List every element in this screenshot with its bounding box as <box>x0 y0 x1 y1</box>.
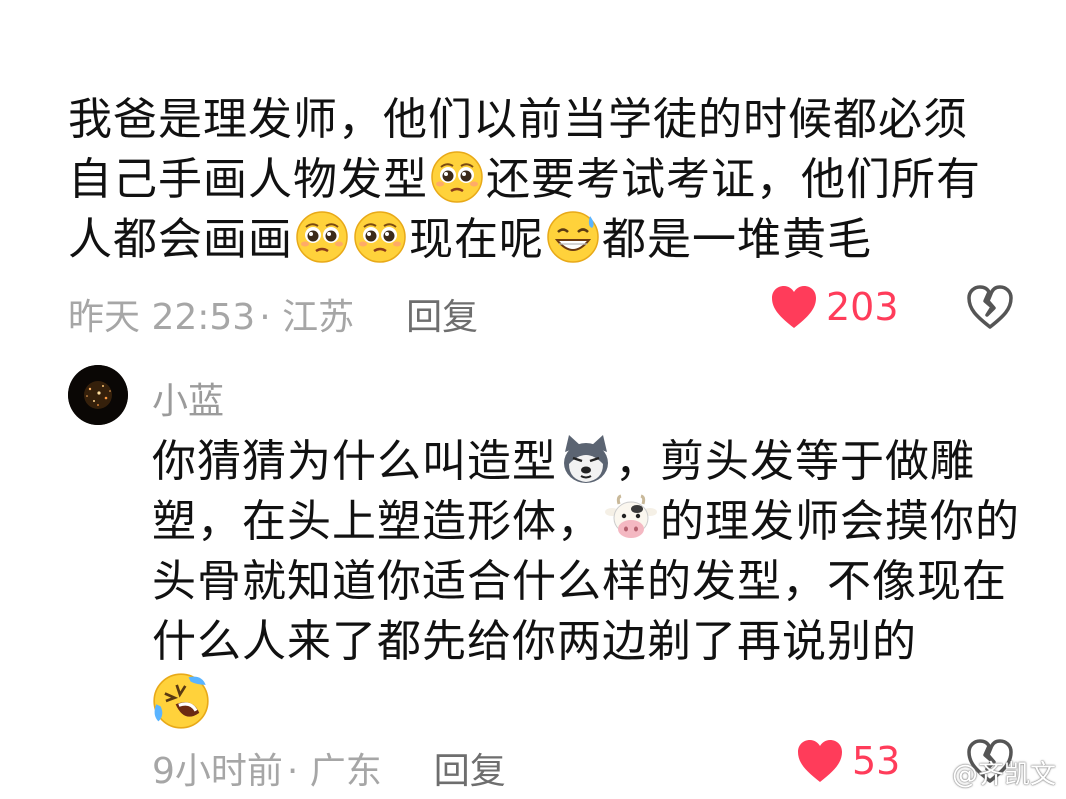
husky-dog-face-icon <box>564 435 608 483</box>
weibo-logo-icon <box>918 761 950 786</box>
reply-body: 你猜猜为什么叫造型 ，剪头发等于做雕塑，在头上塑造形体， 的理发师会摸你的头骨就知道… <box>152 432 1032 736</box>
cow-face-icon <box>605 494 657 538</box>
grinning-sweat-face-icon <box>547 211 599 263</box>
reply-username[interactable]: 小蓝 <box>152 372 224 424</box>
pleading-face-icon <box>354 211 406 263</box>
watermark-text: @齐凯文 <box>951 760 1056 790</box>
comment-text-4: 都是一堆黄毛 <box>602 214 872 265</box>
comment-meta: 昨天 22:53 · 江苏 回复 <box>68 288 478 340</box>
heart-icon <box>798 740 842 782</box>
pleading-face-icon <box>431 151 483 203</box>
broken-heart-icon[interactable] <box>966 284 1014 330</box>
comment-time: 昨天 22:53 <box>68 297 256 338</box>
like-count: 53 <box>852 739 901 783</box>
pleading-face-icon <box>296 211 348 263</box>
comment-thread: 我爸是理发师，他们以前当学徒的时候都必须自己手画人物发型 还要考试考证，他们所有人… <box>0 0 1066 799</box>
reply-meta: 9小时前 · 广东 回复 <box>152 742 506 794</box>
reply-text-1: 你猜猜为什么叫造型 <box>152 436 557 487</box>
rolling-laughing-face-icon <box>153 673 209 729</box>
reply-button[interactable]: 回复 <box>434 742 506 794</box>
reply-location: · 广东 <box>286 751 382 792</box>
like-count: 203 <box>826 285 899 329</box>
watermark: @齐凯文 <box>918 754 1056 791</box>
comment-body: 我爸是理发师，他们以前当学徒的时候都必须自己手画人物发型 还要考试考证，他们所有人… <box>68 90 998 270</box>
heart-icon <box>772 286 816 328</box>
reply-time: 9小时前 <box>152 751 283 792</box>
comment-location: · 江苏 <box>259 297 355 338</box>
avatar-image <box>68 365 128 425</box>
like-button[interactable]: 53 <box>796 738 900 784</box>
comment-text-3: 现在呢 <box>409 214 544 265</box>
like-button[interactable]: 203 <box>770 284 899 330</box>
reply-button[interactable]: 回复 <box>406 288 478 340</box>
avatar[interactable] <box>68 365 128 425</box>
